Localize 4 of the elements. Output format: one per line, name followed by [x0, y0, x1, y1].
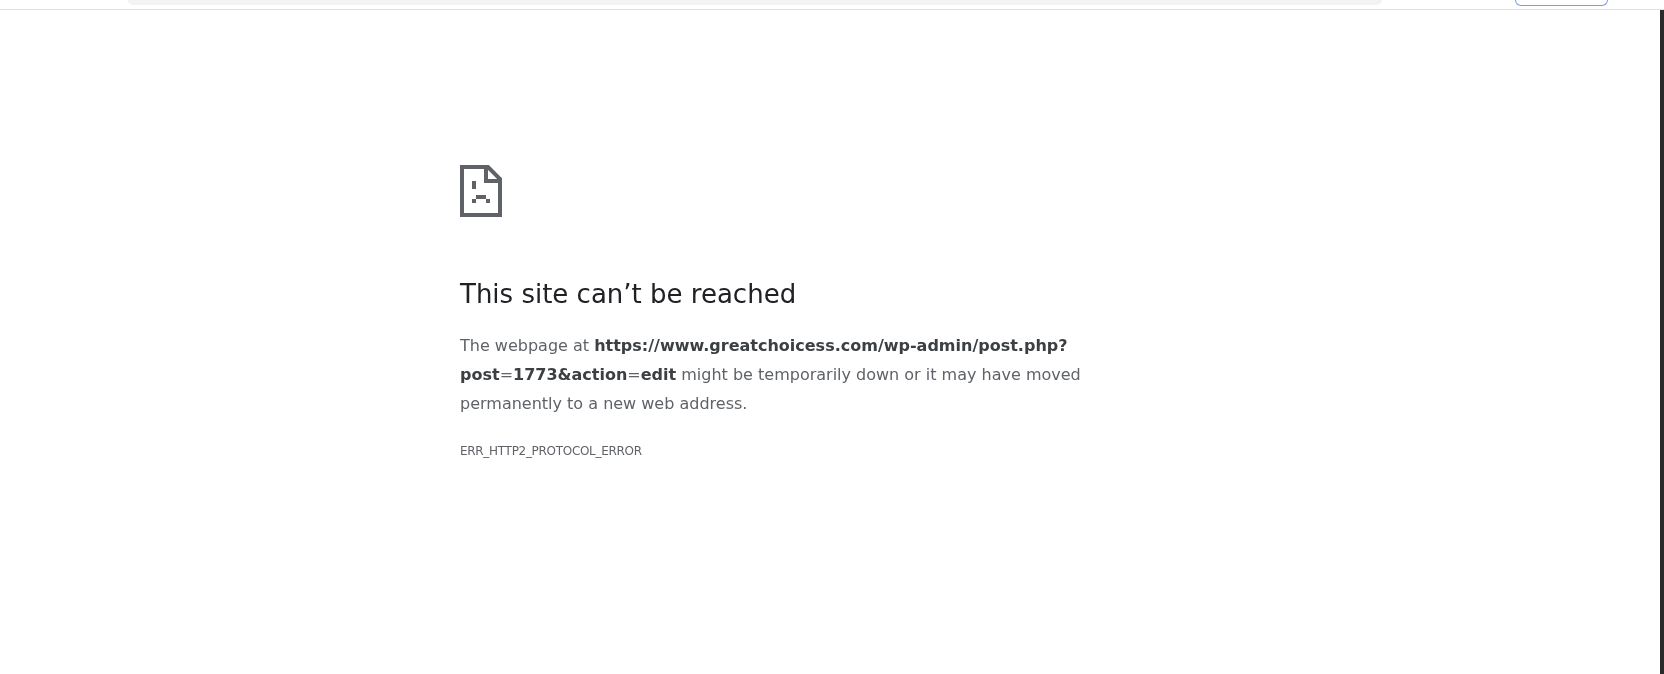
- error-message: The webpage at https://www.greatchoicess.com/wp-admin/post.php?post=1773&action=edit might be temporarily down or it may have moved permanently to a new web address.: [460, 335, 1082, 415]
- error-code: ERR_HTTP2_PROTOCOL_ERROR: [460, 444, 642, 458]
- sad-page-icon: [460, 165, 502, 217]
- error-heading: This site can’t be reached: [460, 278, 798, 311]
